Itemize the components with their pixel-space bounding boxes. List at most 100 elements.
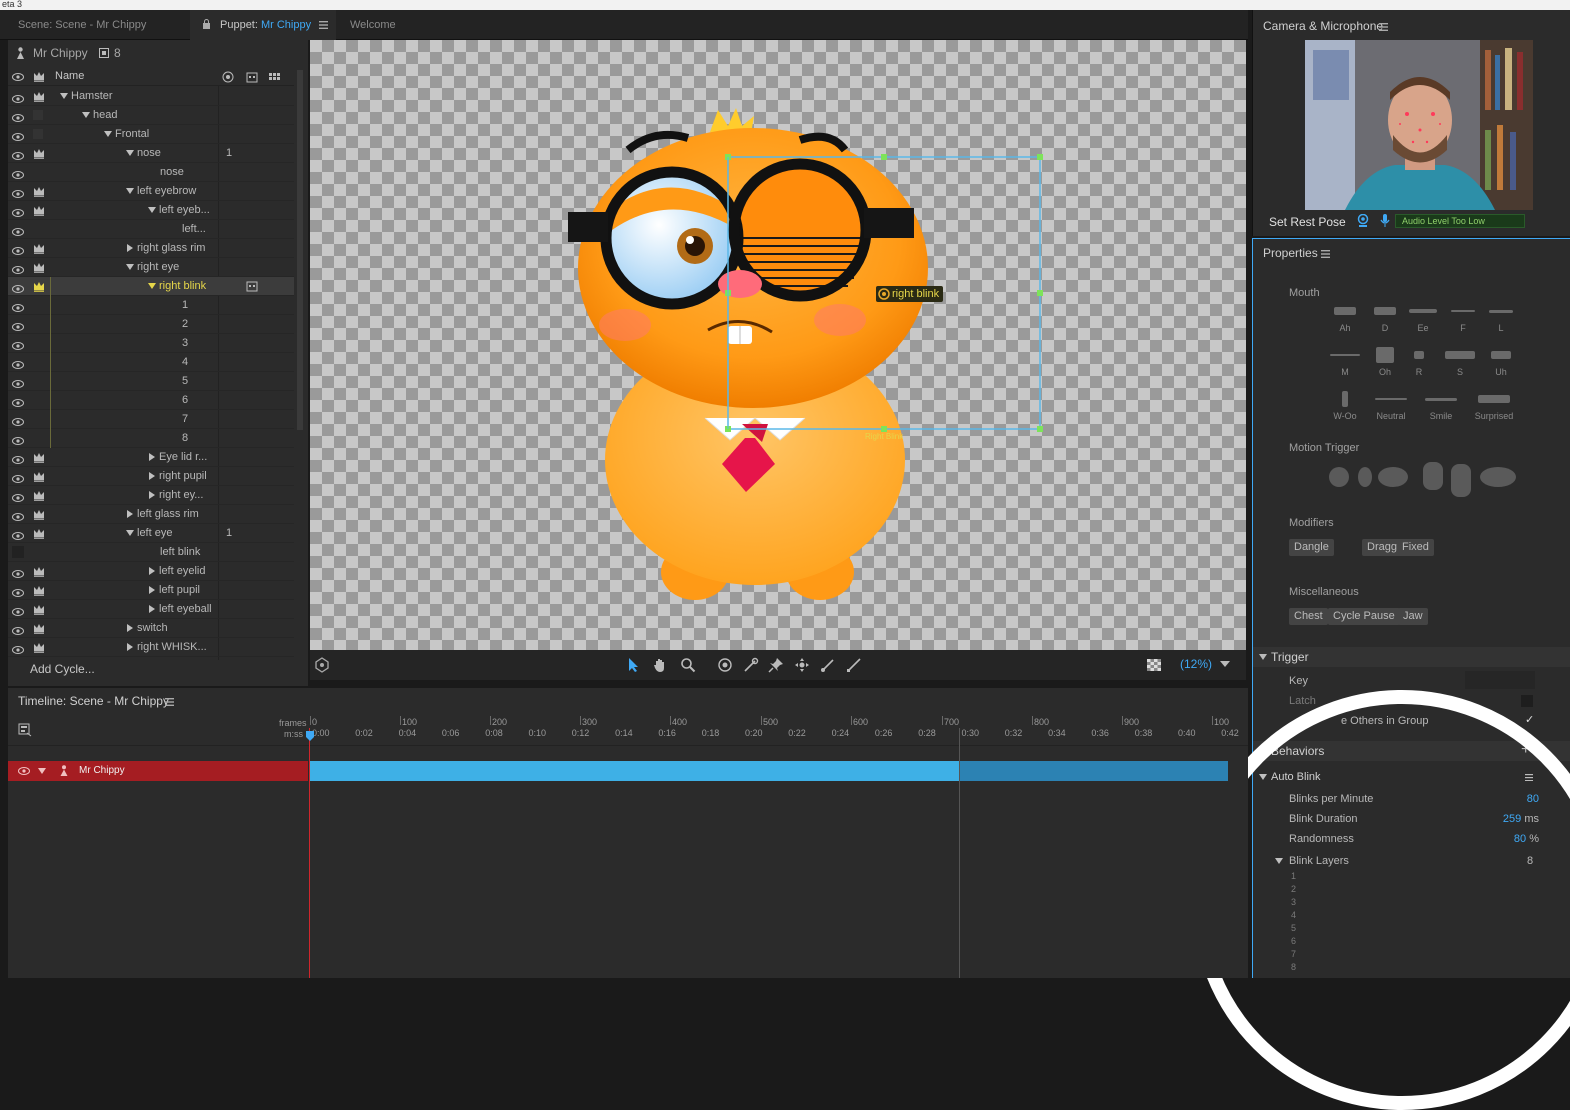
- transparency-grid-icon[interactable]: [1146, 657, 1162, 673]
- viseme-shape[interactable]: [1375, 398, 1407, 400]
- expand-icon[interactable]: [127, 510, 133, 518]
- eye-icon[interactable]: [12, 509, 24, 521]
- dragger-tool-icon[interactable]: [794, 657, 810, 673]
- layer-row[interactable]: left glass rim: [8, 505, 294, 524]
- crown-icon[interactable]: [33, 565, 45, 577]
- track-bar-extended[interactable]: [960, 761, 1228, 781]
- eye-icon[interactable]: [12, 205, 24, 217]
- viseme-shape[interactable]: [1414, 351, 1424, 359]
- layer-row[interactable]: Frontal: [8, 125, 294, 144]
- blink-layers-header[interactable]: Blink Layers 8: [1253, 852, 1570, 870]
- collapse-icon[interactable]: [82, 112, 90, 118]
- set-rest-pose-button[interactable]: Set Rest Pose: [1269, 215, 1346, 229]
- crown-icon[interactable]: [33, 204, 45, 216]
- layer-row[interactable]: left eyebrow: [8, 182, 294, 201]
- collapse-icon[interactable]: [104, 131, 112, 137]
- playhead[interactable]: [309, 728, 310, 978]
- timeline-track-row[interactable]: Mr Chippy: [8, 761, 1228, 781]
- viseme-shape[interactable]: [1445, 351, 1475, 359]
- crown-icon[interactable]: [33, 603, 45, 615]
- crown-icon[interactable]: [33, 90, 45, 102]
- zoom-dropdown-icon[interactable]: [1220, 661, 1230, 669]
- collapse-icon[interactable]: [126, 530, 134, 536]
- layer-row[interactable]: left blink: [8, 543, 294, 562]
- eye-icon[interactable]: [18, 767, 30, 775]
- handle-tool-icon[interactable]: [743, 657, 759, 673]
- independence-toggle[interactable]: [33, 110, 43, 120]
- pin-tool-icon[interactable]: [768, 657, 784, 673]
- crown-icon[interactable]: [33, 470, 45, 482]
- crown-icon[interactable]: [33, 641, 45, 653]
- latch-checkbox[interactable]: [1521, 695, 1533, 707]
- eye-icon[interactable]: [12, 604, 24, 616]
- layer-row[interactable]: right pupil: [8, 467, 294, 486]
- collapse-icon[interactable]: [126, 150, 134, 156]
- layer-row[interactable]: left eyeb...: [8, 201, 294, 220]
- layer-row[interactable]: left eyeball: [8, 600, 294, 619]
- stage-canvas[interactable]: right blink Right Blink: [310, 40, 1246, 650]
- eye-icon[interactable]: [12, 414, 24, 426]
- select-tool-icon[interactable]: [626, 657, 642, 673]
- crown-icon[interactable]: [33, 508, 45, 520]
- track-header[interactable]: Mr Chippy: [8, 761, 308, 781]
- motion-trigger-shapes[interactable]: [1323, 459, 1523, 499]
- eye-icon[interactable]: [12, 110, 24, 122]
- eye-icon[interactable]: [12, 91, 24, 103]
- eye-icon[interactable]: [12, 300, 24, 312]
- crown-icon[interactable]: [33, 147, 45, 159]
- playhead-handle-icon[interactable]: [306, 731, 314, 741]
- modifier-dangle-chip[interactable]: Dangle: [1289, 539, 1334, 556]
- viseme-shape[interactable]: [1451, 310, 1475, 312]
- crown-icon[interactable]: [33, 584, 45, 596]
- eye-icon[interactable]: [12, 167, 24, 179]
- tab-welcome[interactable]: Welcome: [340, 10, 406, 40]
- modifier-fixed-chip[interactable]: Fixed: [1397, 539, 1434, 556]
- crown-icon[interactable]: [33, 261, 45, 273]
- hide-others-checkmark[interactable]: ✓: [1525, 713, 1534, 726]
- eye-icon[interactable]: [12, 357, 24, 369]
- hand-tool-icon[interactable]: [652, 657, 668, 673]
- layer-row[interactable]: left pupil: [8, 581, 294, 600]
- calendar-icon[interactable]: [246, 280, 258, 292]
- crown-icon[interactable]: [33, 622, 45, 634]
- expand-icon[interactable]: [149, 586, 155, 594]
- independence-toggle[interactable]: [33, 129, 43, 139]
- visibility-toggle[interactable]: [12, 546, 24, 558]
- collapse-icon[interactable]: [148, 283, 156, 289]
- viseme-shape[interactable]: [1342, 391, 1348, 407]
- behavior-menu-icon[interactable]: [1525, 774, 1533, 781]
- crown-icon[interactable]: [33, 451, 45, 463]
- viseme-shape[interactable]: [1491, 351, 1511, 359]
- zoom-level[interactable]: (12%): [1180, 657, 1212, 671]
- viseme-shape[interactable]: [1478, 395, 1510, 403]
- eye-icon[interactable]: [12, 338, 24, 350]
- layer-list-scrollbar[interactable]: [297, 70, 303, 430]
- layer-row[interactable]: right ey...: [8, 486, 294, 505]
- eye-icon[interactable]: [12, 186, 24, 198]
- eye-icon[interactable]: [12, 148, 24, 160]
- eye-icon[interactable]: [12, 243, 24, 255]
- eye-icon[interactable]: [12, 224, 24, 236]
- zoom-tool-icon[interactable]: [680, 657, 696, 673]
- microphone-icon[interactable]: [1380, 214, 1390, 228]
- stick-tool-icon[interactable]: [820, 657, 836, 673]
- blinks-per-minute-value[interactable]: 80: [1527, 793, 1539, 805]
- eye-icon[interactable]: [12, 433, 24, 445]
- eye-icon[interactable]: [12, 471, 24, 483]
- layer-row[interactable]: right eye: [8, 258, 294, 277]
- expand-icon[interactable]: [127, 624, 133, 632]
- viseme-shape[interactable]: [1374, 307, 1396, 315]
- eye-icon[interactable]: [12, 281, 24, 293]
- expand-icon[interactable]: [149, 472, 155, 480]
- eye-icon[interactable]: [12, 395, 24, 407]
- layer-row[interactable]: Hamster: [8, 87, 294, 106]
- expand-icon[interactable]: [149, 605, 155, 613]
- layer-row[interactable]: switch: [8, 619, 294, 638]
- misc-cycle-pause-chip[interactable]: Cycle Pause: [1328, 608, 1400, 625]
- origin-tool-icon[interactable]: [717, 657, 733, 673]
- panel-menu-icon[interactable]: [319, 21, 328, 29]
- crown-icon[interactable]: [33, 527, 45, 539]
- expand-icon[interactable]: [149, 453, 155, 461]
- expand-icon[interactable]: [127, 244, 133, 252]
- crown-icon[interactable]: [33, 280, 45, 292]
